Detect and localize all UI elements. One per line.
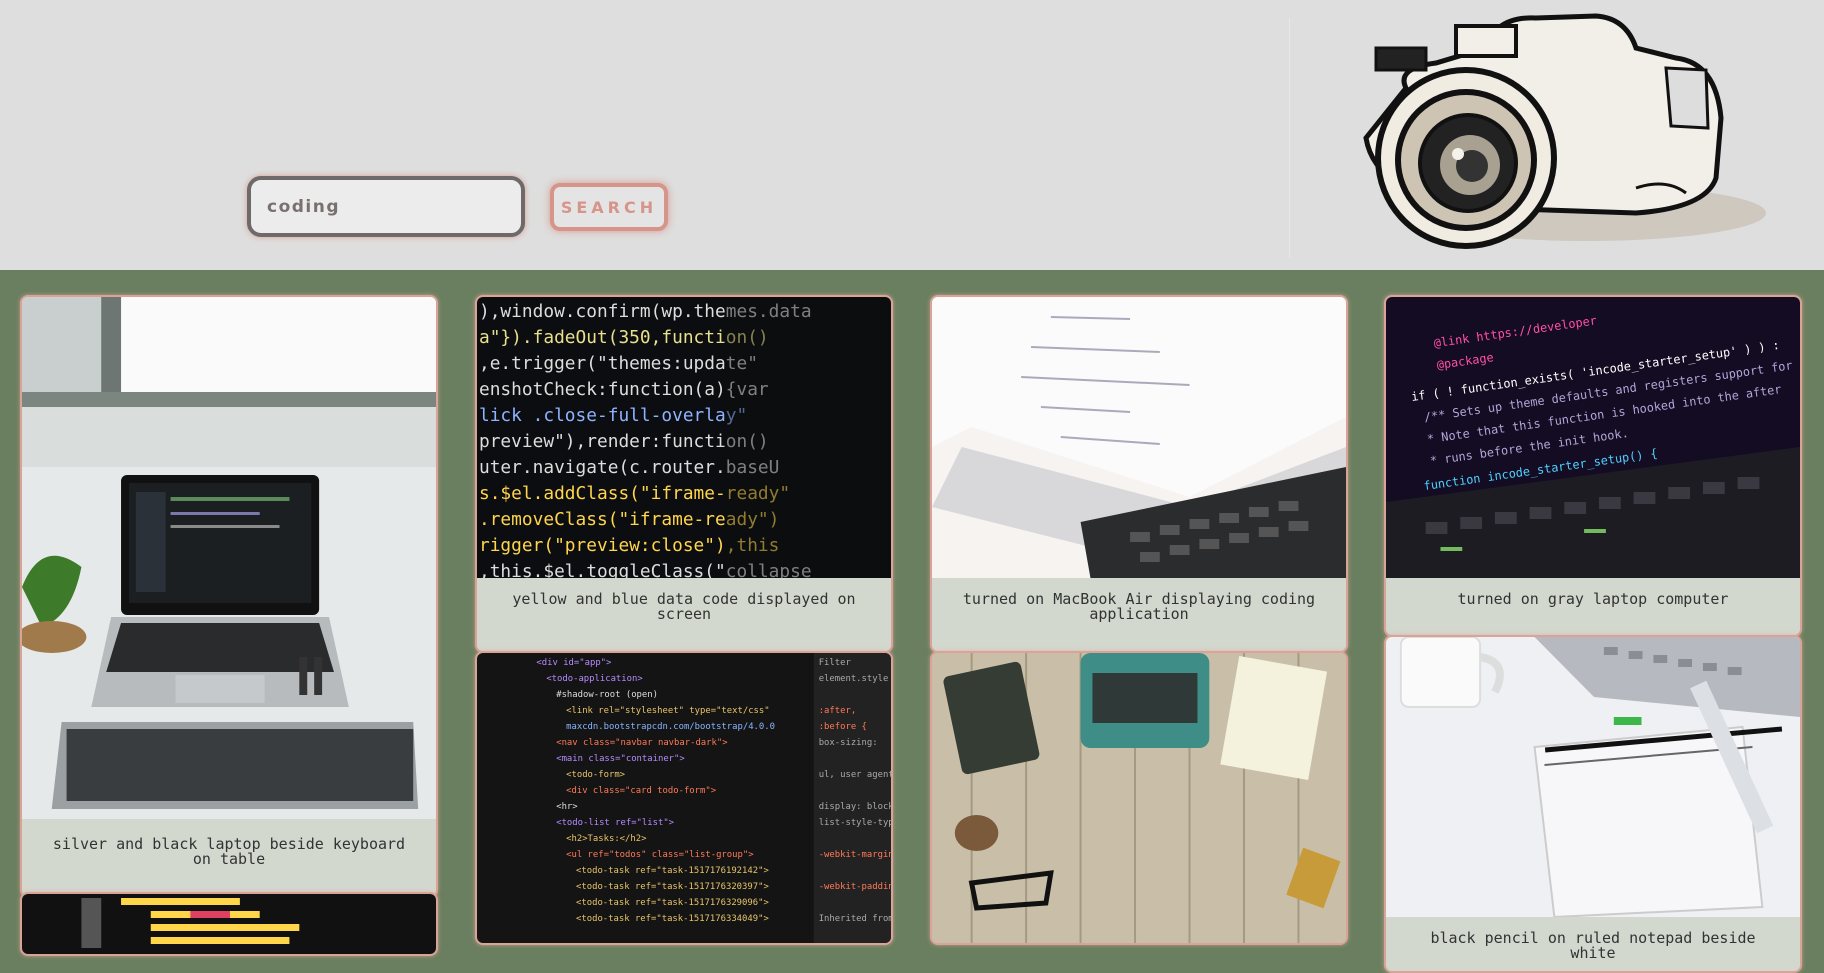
svg-text:<todo-form>: <todo-form> xyxy=(566,770,625,780)
svg-text:Filter: Filter xyxy=(819,658,852,668)
svg-text:<div id="app">: <div id="app"> xyxy=(536,658,611,668)
svg-text:<main class="container">: <main class="container"> xyxy=(556,754,685,764)
card-caption: turned on MacBook Air displaying coding … xyxy=(962,590,1316,623)
svg-text:box-sizing:: box-sizing: xyxy=(819,738,878,748)
svg-text:list-style-type: list-style-type xyxy=(819,818,891,828)
gallery-card[interactable]: <div id="app"> <todo-application> #shado… xyxy=(475,651,893,945)
svg-text:display: block;: display: block; xyxy=(819,802,891,812)
svg-text:lick .close-full-overlay": lick .close-full-overlay" xyxy=(479,405,747,426)
photo-typewriter-desk[interactable] xyxy=(932,653,1346,943)
svg-text:<todo-task ref="task-151717633: <todo-task ref="task-1517176334049"> xyxy=(576,914,769,924)
photo-laptop-keyboard[interactable] xyxy=(22,297,436,819)
photo-python-code[interactable] xyxy=(22,894,436,954)
header: SEARCH xyxy=(0,0,1824,270)
card-caption: yellow and blue data code displayed on s… xyxy=(512,590,856,623)
svg-text:<nav class="navbar navbar-dark: <nav class="navbar navbar-dark"> xyxy=(556,738,727,748)
photo-macbook-air[interactable] xyxy=(932,297,1346,578)
svg-text:element.style {: element.style { xyxy=(819,674,891,684)
gallery-card[interactable]: ),window.confirm(wp.themes.data a"}).fad… xyxy=(475,295,893,653)
svg-text:<todo-task ref="task-151717619: <todo-task ref="task-1517176192142"> xyxy=(576,866,769,876)
gallery-card[interactable] xyxy=(20,892,438,956)
svg-text:,e.trigger("themes:update": ,e.trigger("themes:update" xyxy=(479,353,758,374)
svg-text::after,: :after, xyxy=(819,706,856,716)
photo-notepad-pencil[interactable] xyxy=(1386,637,1800,917)
search-button[interactable]: SEARCH xyxy=(550,183,668,231)
gallery-card[interactable]: black pencil on ruled notepad beside whi… xyxy=(1384,635,1802,973)
gallery-card[interactable]: turned on MacBook Air displaying coding … xyxy=(930,295,1348,653)
svg-text:ul, user agent: ul, user agent xyxy=(819,770,891,780)
svg-text:<todo-application>: <todo-application> xyxy=(546,674,642,684)
svg-text:<link rel="stylesheet" type="t: <link rel="stylesheet" type="text/css" xyxy=(566,706,769,716)
search-input[interactable] xyxy=(247,176,525,237)
svg-text:#shadow-root (open): #shadow-root (open) xyxy=(556,690,658,700)
svg-text:<todo-task ref="task-151717632: <todo-task ref="task-1517176320397"> xyxy=(576,882,769,892)
card-caption: turned on gray laptop computer xyxy=(1457,590,1729,608)
svg-text:<todo-list ref="list">: <todo-list ref="list"> xyxy=(556,818,674,828)
svg-text:maxcdn.bootstrapcdn.com/bootst: maxcdn.bootstrapcdn.com/bootstrap/4.0.0 xyxy=(566,722,775,732)
gallery-card[interactable]: silver and black laptop beside keyboard … xyxy=(20,295,438,898)
card-caption: black pencil on ruled notepad beside whi… xyxy=(1430,929,1756,962)
svg-text:-webkit-margin: -webkit-margin xyxy=(819,850,891,860)
photo-html-devtools[interactable]: <div id="app"> <todo-application> #shado… xyxy=(477,653,891,943)
svg-text:<h2>Tasks:</h2>: <h2>Tasks:</h2> xyxy=(566,834,646,844)
svg-text:<todo-task ref="task-151717632: <todo-task ref="task-1517176329096"> xyxy=(576,898,769,908)
gallery-card[interactable]: @link https://developer @package if ( ! … xyxy=(1384,295,1802,637)
svg-text:-webkit-padding: -webkit-padding xyxy=(819,882,891,892)
svg-text::before {: :before { xyxy=(819,722,867,732)
svg-text:<hr>: <hr> xyxy=(556,802,577,812)
svg-text:Inherited from: Inherited from xyxy=(819,914,891,924)
photo-laptop-code-purple[interactable]: @link https://developer @package if ( ! … xyxy=(1386,297,1800,578)
photo-colorful-code[interactable]: ),window.confirm(wp.themes.data a"}).fad… xyxy=(477,297,891,578)
svg-text:<div class="card todo-form">: <div class="card todo-form"> xyxy=(566,786,716,796)
camera-sketch-icon xyxy=(1363,13,1766,249)
svg-text:<ul ref="todos" class="list-gr: <ul ref="todos" class="list-group"> xyxy=(566,850,753,860)
card-caption: silver and black laptop beside keyboard … xyxy=(52,835,406,868)
gallery-card[interactable] xyxy=(930,651,1348,945)
header-divider xyxy=(1289,18,1290,258)
